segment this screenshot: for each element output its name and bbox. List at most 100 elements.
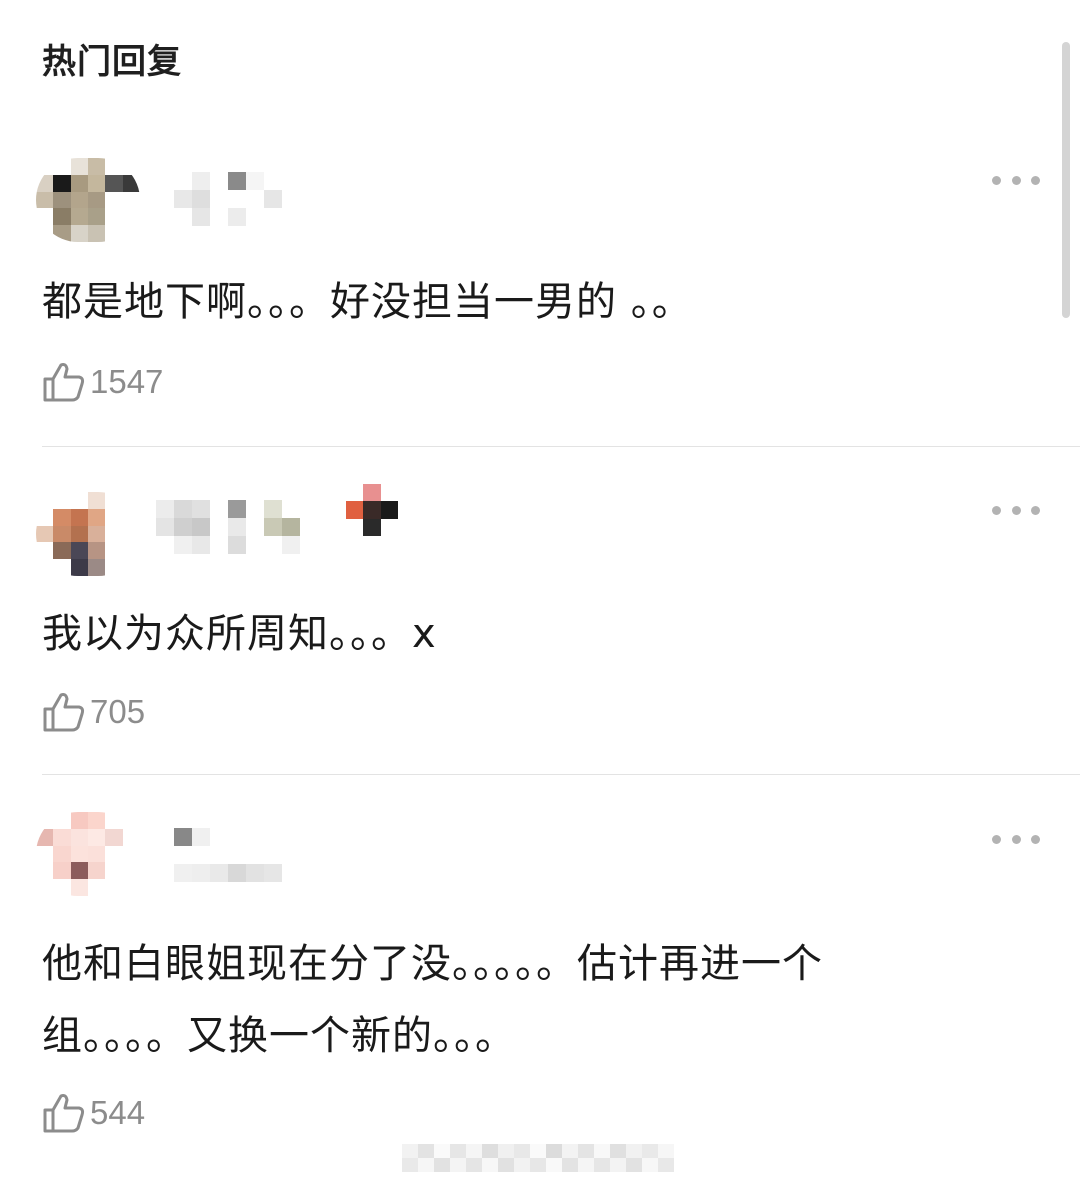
avatar-pixel [105,174,123,192]
divider [42,774,1080,775]
avatar-pixel [105,862,123,880]
more-options-button[interactable] [992,498,1040,522]
avatar-pixel [122,225,140,242]
avatar-pixel [70,828,88,846]
avatar-pixel [36,542,54,560]
username-mosaic[interactable] [156,500,300,554]
avatar-pixel [36,845,54,863]
avatar-pixel [36,559,54,576]
badge-icon [346,484,398,536]
comment-text: 我以为众所周知。。。x [42,611,437,657]
avatar-pixel [70,559,88,576]
avatar-pixel [70,158,88,175]
avatar-pixel [88,828,106,846]
like-count: 544 [90,1094,146,1131]
avatar-pixel [70,862,88,880]
avatar-pixel [88,525,106,543]
avatar-pixel [105,525,123,543]
username-mosaic[interactable] [156,828,282,882]
avatar-pixel [88,812,106,829]
avatar-pixel [53,542,71,560]
avatar-pixel [36,158,54,175]
avatar[interactable] [36,812,140,896]
avatar-pixel [88,225,106,242]
avatar-pixel [122,862,140,880]
avatar-pixel [88,508,106,526]
avatar-pixel [53,559,71,576]
avatar-pixel [36,174,54,192]
avatar-pixel [88,158,106,175]
avatar-pixel [105,225,123,242]
avatar-pixel [53,525,71,543]
avatar-pixel [122,208,140,226]
like-button[interactable]: 544 [42,1091,145,1135]
like-button[interactable]: 1547 [42,360,163,404]
avatar-pixel [105,879,123,896]
watermark-mosaic [402,1144,674,1172]
more-options-button[interactable] [992,168,1040,192]
avatar-pixel [36,862,54,880]
avatar-pixel [70,542,88,560]
avatar-pixel [122,542,140,560]
avatar-pixel [53,508,71,526]
avatar-pixel [36,191,54,209]
thumbs-up-icon [43,693,85,732]
avatar-pixel [122,845,140,863]
avatar-pixel [88,174,106,192]
avatar-pixel [88,845,106,863]
avatar-pixel [122,158,140,175]
thumbs-up-icon [43,1094,85,1133]
avatar-pixel [36,812,54,829]
avatar-pixel [53,158,71,175]
avatar-pixel [105,812,123,829]
avatar-pixel [70,191,88,209]
avatar[interactable] [36,492,140,576]
avatar-pixel [88,862,106,880]
more-options-button[interactable] [992,827,1040,851]
like-button[interactable]: 705 [42,690,145,734]
avatar-pixel [88,492,106,509]
avatar-pixel [122,525,140,543]
avatar-pixel [70,525,88,543]
avatar-pixel [36,492,54,509]
avatar-pixel [105,845,123,863]
avatar-pixel [105,492,123,509]
scrollbar[interactable] [1062,42,1070,318]
avatar-pixel [105,508,123,526]
avatar-pixel [70,225,88,242]
avatar-pixel [105,158,123,175]
avatar-pixel [70,508,88,526]
avatar[interactable] [36,158,140,242]
avatar-pixel [105,208,123,226]
avatar-pixel [105,191,123,209]
avatar-pixel [36,225,54,242]
avatar-pixel [70,879,88,896]
avatar-pixel [88,559,106,576]
avatar-pixel [70,208,88,226]
avatar-pixel [36,828,54,846]
avatar-pixel [70,174,88,192]
avatar-pixel [36,208,54,226]
avatar-pixel [122,812,140,829]
avatar-pixel [53,862,71,880]
avatar-pixel [88,208,106,226]
avatar-pixel [53,845,71,863]
avatar-pixel [53,879,71,896]
like-count: 705 [90,693,146,730]
username-mosaic[interactable] [156,172,282,226]
avatar-pixel [53,174,71,192]
avatar-pixel [105,542,123,560]
avatar-pixel [122,508,140,526]
avatar-pixel [36,879,54,896]
avatar-pixel [53,812,71,829]
more-dots-icon [992,505,1001,515]
divider [42,446,1080,447]
avatar-pixel [70,845,88,863]
like-count: 1547 [90,363,164,400]
comment-text: 他和白眼姐现在分了没。。。。。估计再进一个组。。。。又换一个新的。。。 [42,941,823,1059]
avatar-pixel [88,542,106,560]
avatar-pixel [53,492,71,509]
avatar-pixel [70,812,88,829]
comment-text: 都是地下啊。。。好没担当一男的 。。 [42,279,693,325]
avatar-pixel [53,191,71,209]
